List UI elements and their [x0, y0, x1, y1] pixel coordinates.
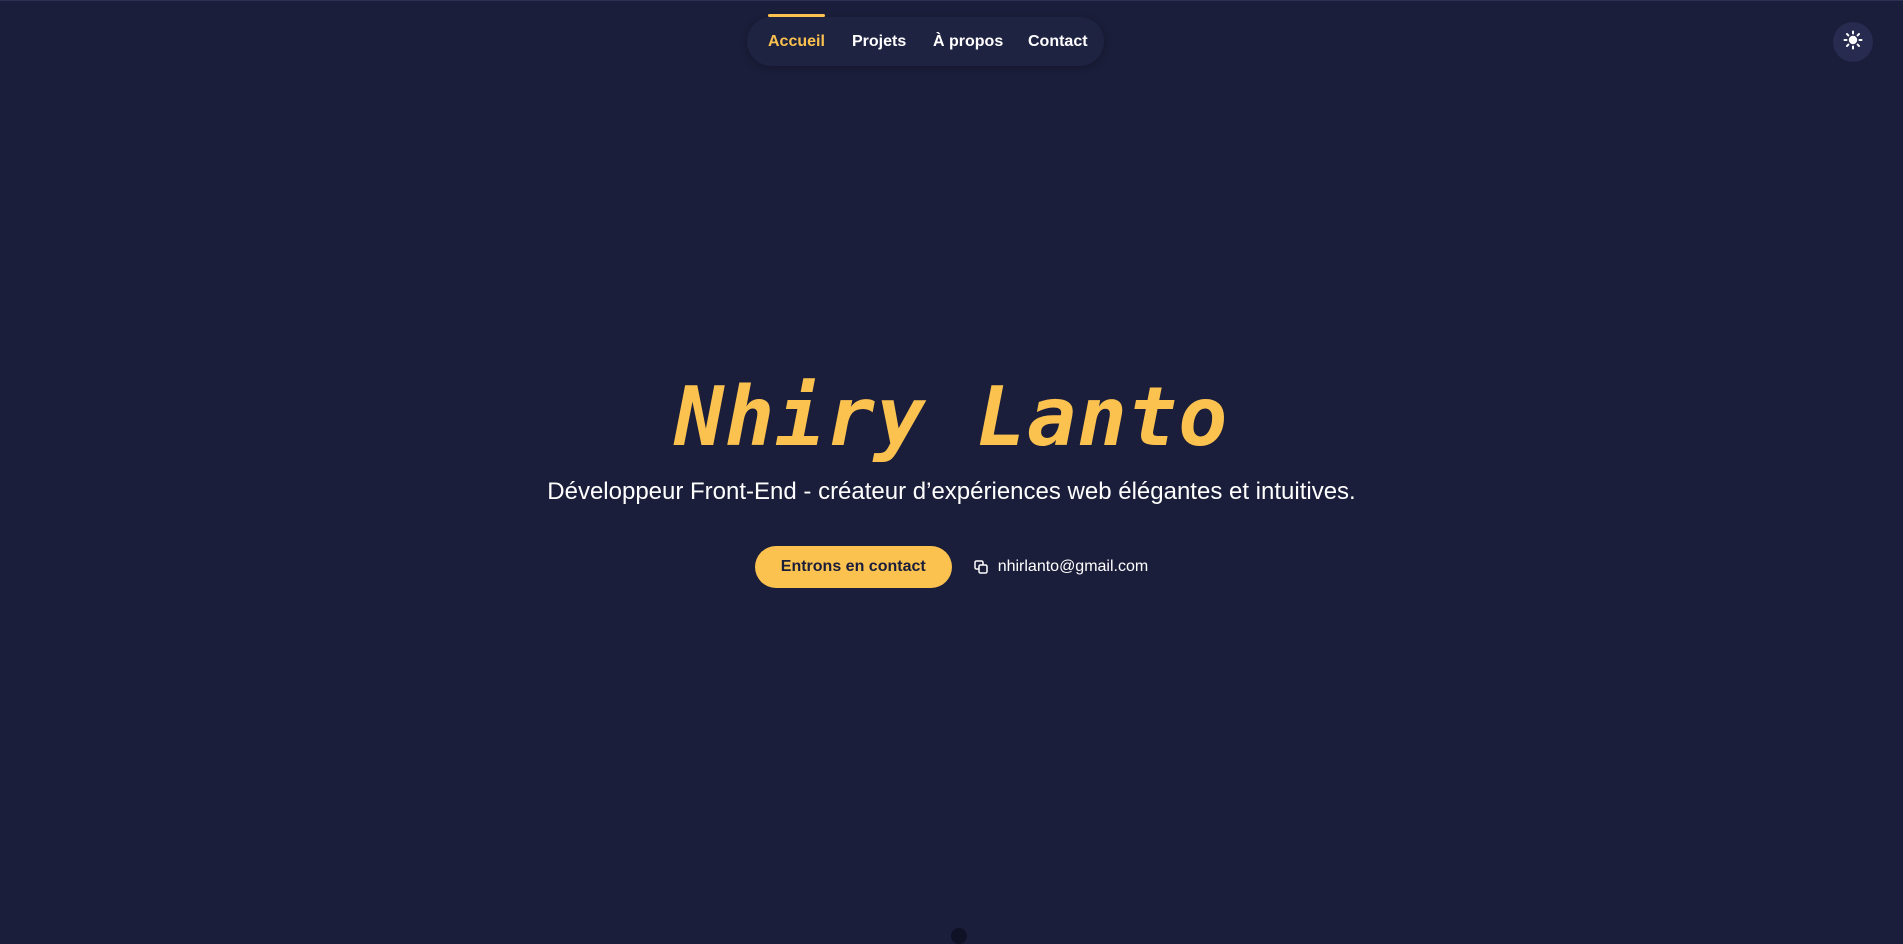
hero-actions: Entrons en contact nhirlanto@gmail.com — [0, 546, 1903, 588]
copy-email-button[interactable]: nhirlanto@gmail.com — [973, 558, 1149, 576]
nav-item-contact[interactable]: Contact — [1028, 17, 1088, 66]
main-nav: Accueil Projets À propos Contact — [747, 14, 1104, 66]
scroll-indicator[interactable] — [951, 928, 967, 944]
hero-section: Nhiry Lanto Développeur Front-End - créa… — [0, 360, 1903, 508]
nav-item-accueil[interactable]: Accueil — [768, 14, 825, 66]
theme-toggle-button[interactable] — [1833, 22, 1873, 62]
sun-icon — [1843, 30, 1863, 55]
nav-item-projets[interactable]: Projets — [852, 17, 906, 66]
email-text: nhirlanto@gmail.com — [997, 558, 1149, 575]
copy-icon — [973, 560, 988, 574]
hero-title: Nhiry Lanto — [674, 370, 1229, 465]
top-border — [0, 0, 1903, 1]
contact-cta-button[interactable]: Entrons en contact — [754, 546, 952, 588]
nav-item-a-propos[interactable]: À propos — [933, 17, 1003, 66]
hero-subtitle: Développeur Front-End - créateur d’expér… — [547, 478, 1356, 505]
